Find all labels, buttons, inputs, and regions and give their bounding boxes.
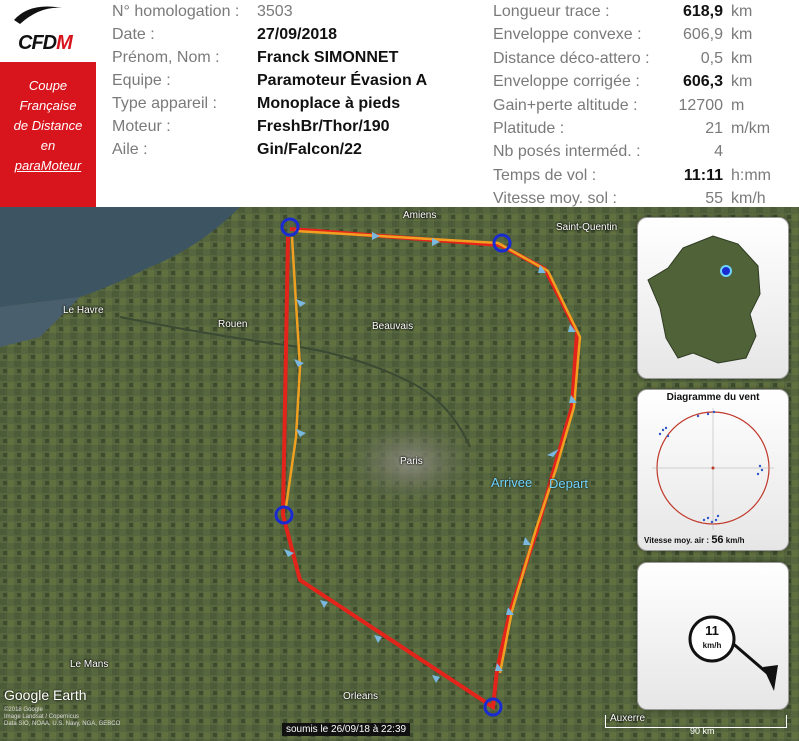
coupe-title-box: Coupe Française de Distance en paraMoteur xyxy=(0,62,96,207)
windspeed-panel: 11 km/h xyxy=(637,562,789,710)
city-label-le-mans: Le Mans xyxy=(70,659,109,670)
coupe-title-line: paraMoteur xyxy=(14,158,82,173)
stat-label: Enveloppe corrigée : xyxy=(493,73,640,91)
stat-value: 606,9 xyxy=(682,26,723,44)
city-label-rouen: Rouen xyxy=(218,319,248,330)
arrivee-label: Arrivee xyxy=(491,475,533,490)
coupe-title-line: Coupe xyxy=(28,78,68,93)
stat-row: Enveloppe convexe : 606,9 km xyxy=(493,25,771,48)
coupe-title-line: de Distance xyxy=(13,118,83,133)
stat-row: Enveloppe corrigée : 606,3 km xyxy=(493,72,771,95)
stat-row: Nb posés interméd. : 4 xyxy=(493,142,771,165)
info-value: Gin/Falcon/22 xyxy=(257,141,362,158)
track-map[interactable]: Amiens Saint-Quentin Le Havre Rouen Beau… xyxy=(0,207,799,741)
cfdm-logo: CFDM xyxy=(0,0,96,62)
stat-unit: km xyxy=(731,73,753,91)
info-row: Equipe : Paramoteur Évasion A xyxy=(112,71,427,94)
submitted-label: soumis le 26/09/18 à 22:39 xyxy=(282,723,411,736)
info-value: Monoplace à pieds xyxy=(257,95,401,112)
header: CFDM Coupe Française de Distance en paraMote… xyxy=(0,0,799,207)
flight-info: N° homologation : 3503 Date : 27/09/2018 Pré… xyxy=(112,2,427,163)
stat-value: 618,9 xyxy=(682,3,723,20)
info-label: N° homologation : xyxy=(112,3,240,20)
wind-diagram-panel: Diagramme du vent Vitesse moy. air : 56 … xyxy=(637,389,789,551)
stat-label: Distance déco-attero : xyxy=(493,49,650,67)
depart-label: Depart xyxy=(549,476,589,491)
stat-label: Longueur trace : xyxy=(493,3,610,20)
city-label-saint-quentin: Saint-Quentin xyxy=(556,222,618,233)
info-label: Equipe : xyxy=(112,72,171,89)
info-row: Aile : Gin/Falcon/22 xyxy=(112,140,427,163)
stat-row: Distance déco-attero : 0,5 km xyxy=(493,49,771,72)
stat-label: Nb posés interméd. : xyxy=(493,143,641,161)
google-earth-logo: Google Earth xyxy=(4,687,87,703)
stat-row: Temps de vol : 11:11 h:mm xyxy=(493,166,771,189)
info-row: Date : 27/09/2018 xyxy=(112,25,427,48)
coupe-title-line: Française xyxy=(19,98,77,113)
info-value: 27/09/2018 xyxy=(257,26,338,43)
stat-unit: km xyxy=(731,3,753,20)
stat-value: 12700 xyxy=(678,96,724,114)
stat-row: Gain+perte altitude : 12700 m xyxy=(493,96,771,119)
logo-text-rest: FD xyxy=(31,32,57,54)
stat-label: Enveloppe convexe : xyxy=(493,26,642,44)
stat-unit: m/km xyxy=(731,119,771,137)
city-label-amiens: Amiens xyxy=(403,210,437,221)
logo-text-c: C xyxy=(18,32,32,54)
city-label-le-havre: Le Havre xyxy=(63,305,104,316)
stat-value: 606,3 xyxy=(682,73,723,91)
map-copyright: ©2018 Google Image Landsat / Copernicus Da… xyxy=(4,707,121,727)
scale-label: 90 km xyxy=(690,726,715,736)
info-row: N° homologation : 3503 xyxy=(112,2,427,25)
stat-label: Gain+perte altitude : xyxy=(493,96,638,114)
info-row: Prénom, Nom : Franck SIMONNET xyxy=(112,48,427,71)
info-value: 3503 xyxy=(257,3,293,20)
flight-stats: Longueur trace :618,9 km Enveloppe convexe… xyxy=(493,2,771,213)
info-label: Type appareil : xyxy=(112,95,217,112)
windspeed-unit: km/h xyxy=(702,641,722,650)
stat-row: Longueur trace : 618,9 km xyxy=(493,2,771,25)
wind-speed-footer: Vitesse moy. air : 56 km/h xyxy=(644,534,744,546)
coupe-title-line: en xyxy=(40,138,56,153)
stat-unit: h:mm xyxy=(731,166,771,184)
stat-value: 0,5 xyxy=(700,49,723,67)
info-value: FreshBr/Thor/190 xyxy=(257,118,390,135)
info-row: Type appareil : Monoplace à pieds xyxy=(112,94,427,117)
windspeed-value: 11 xyxy=(705,623,719,638)
france-map-icon xyxy=(647,235,761,364)
info-label: Date : xyxy=(112,26,155,43)
stat-label: Temps de vol : xyxy=(493,166,597,184)
info-value: Paramoteur Évasion A xyxy=(257,72,428,89)
info-row: Moteur : FreshBr/Thor/190 xyxy=(112,117,427,140)
stat-value: 11:11 xyxy=(683,166,723,184)
stat-value: 4 xyxy=(714,143,723,161)
wind-diagram-chart xyxy=(652,408,774,530)
stat-row: Platitude : 21 m/km xyxy=(493,119,771,142)
city-label-beauvais: Beauvais xyxy=(372,321,414,332)
info-label: Aile : xyxy=(112,141,148,158)
wind-foot-value: 56 xyxy=(711,534,724,546)
wind-foot-label: Vitesse moy. air : xyxy=(644,536,710,545)
info-label: Prénom, Nom : xyxy=(112,49,220,66)
stat-unit: m xyxy=(731,96,745,114)
city-label-orleans: Orleans xyxy=(343,691,379,702)
logo-text-m: M xyxy=(56,32,73,54)
stat-label: Platitude : xyxy=(493,119,565,137)
city-label-paris: Paris xyxy=(400,456,423,467)
info-label: Moteur : xyxy=(112,118,171,135)
france-minimap xyxy=(637,217,789,379)
stat-unit: km xyxy=(731,49,753,67)
stat-value: 21 xyxy=(705,119,723,137)
wind-foot-unit: km/h xyxy=(725,536,745,545)
stat-unit: km xyxy=(731,26,753,44)
info-value: Franck SIMONNET xyxy=(257,49,399,66)
